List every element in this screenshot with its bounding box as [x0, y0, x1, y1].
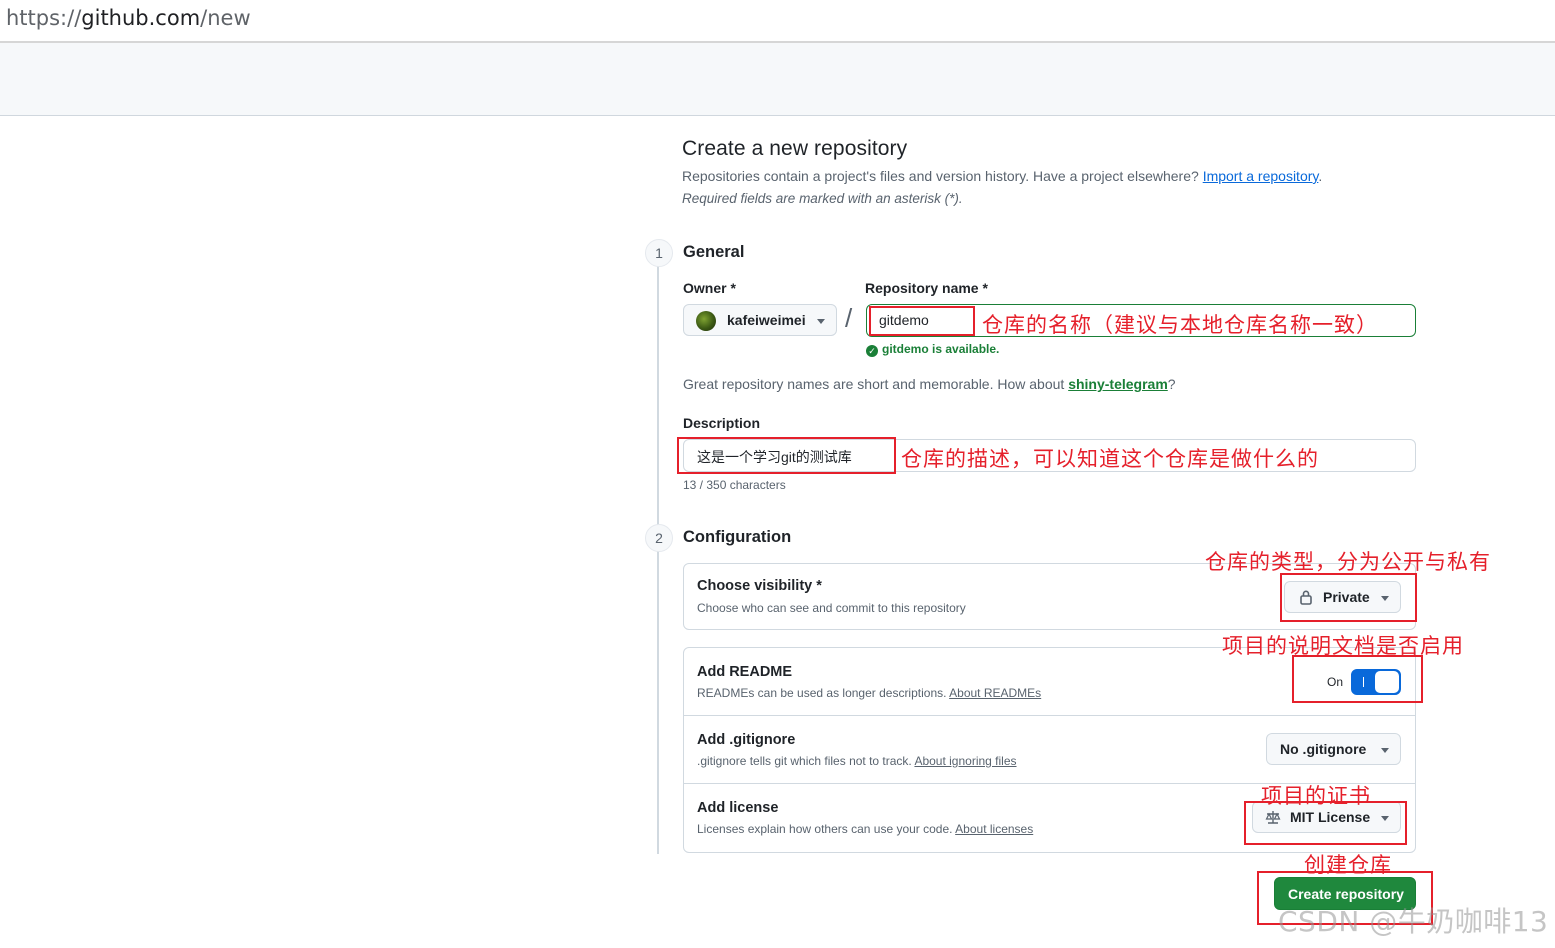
owner-repo-separator: /	[845, 303, 853, 333]
description-char-count: 13 / 350 characters	[683, 478, 786, 492]
visibility-description: Choose who can see and commit to this re…	[697, 601, 966, 615]
owner-dropdown[interactable]: kafeiweimei	[683, 304, 837, 336]
subtitle-end: .	[1318, 168, 1323, 184]
section-title-configuration: Configuration	[683, 528, 792, 546]
step-number-general: 1	[645, 239, 673, 267]
name-suggestion: Great repository names are short and mem…	[683, 376, 1176, 392]
annotation-box-license	[1244, 801, 1407, 845]
gitignore-dropdown[interactable]: No .gitignore	[1266, 733, 1401, 765]
visibility-title: Choose visibility *	[697, 578, 822, 594]
readme-title: Add README	[697, 664, 793, 680]
license-desc-text: Licenses explain how others can use your…	[697, 822, 953, 836]
chevron-down-icon	[1381, 748, 1389, 753]
license-title: Add license	[697, 800, 779, 816]
row-divider	[684, 715, 1415, 716]
suggestion-prefix: Great repository names are short and mem…	[683, 376, 1065, 392]
owner-name: kafeiweimei	[727, 312, 806, 328]
page-subtitle: Repositories contain a project's files a…	[682, 168, 1322, 184]
about-readmes-link[interactable]: About READMEs	[949, 686, 1041, 700]
about-ignoring-files-link[interactable]: About ignoring files	[914, 754, 1016, 768]
check-circle-icon: ✓	[866, 345, 878, 357]
readme-desc-text: READMEs can be used as longer descriptio…	[697, 686, 947, 700]
import-repository-link[interactable]: Import a repository	[1203, 168, 1319, 184]
required-note: Required fields are marked with an aster…	[682, 191, 963, 206]
annotation-box-repo-name	[869, 306, 975, 336]
watermark: CSDN @牛奶咖啡13	[1278, 905, 1549, 938]
url-path: /new	[200, 6, 251, 30]
gitignore-description: .gitignore tells git which files not to …	[697, 754, 1017, 768]
annotation-repo-name: 仓库的名称（建议与本地仓库名称一致）	[982, 313, 1378, 337]
about-licenses-link[interactable]: About licenses	[955, 822, 1033, 836]
chevron-down-icon	[817, 319, 825, 324]
browser-url-bar[interactable]: https://github.com/new	[0, 0, 1555, 43]
page-title: Create a new repository	[682, 137, 908, 160]
license-description: Licenses explain how others can use your…	[697, 822, 1033, 836]
availability-text: gitdemo is available.	[882, 342, 1000, 356]
annotation-description: 仓库的描述，可以知道这个仓库是做什么的	[901, 447, 1319, 471]
owner-label: Owner *	[683, 280, 736, 296]
url-text[interactable]: https://github.com/new	[6, 6, 251, 30]
step-number-configuration: 2	[645, 524, 673, 552]
description-label: Description	[683, 415, 761, 431]
annotation-visibility: 仓库的类型，分为公开与私有	[1205, 550, 1491, 574]
gitignore-title: Add .gitignore	[697, 732, 796, 748]
readme-description: READMEs can be used as longer descriptio…	[697, 686, 1041, 700]
url-host: github.com	[81, 6, 201, 30]
repository-name-label: Repository name *	[865, 280, 988, 296]
subtitle-text: Repositories contain a project's files a…	[682, 168, 1199, 184]
annotation-box-description	[677, 437, 896, 474]
annotation-box-readme	[1292, 655, 1423, 703]
avatar	[696, 311, 716, 331]
step-connector-line	[657, 252, 659, 854]
github-header	[0, 43, 1555, 116]
section-title-general: General	[683, 243, 745, 261]
suggested-name-link[interactable]: shiny-telegram	[1068, 376, 1168, 392]
gitignore-value: No .gitignore	[1280, 741, 1367, 757]
url-scheme: https://	[6, 6, 82, 30]
availability-status: ✓ gitdemo is available.	[866, 342, 999, 357]
annotation-box-visibility	[1280, 573, 1417, 622]
gitignore-desc-text: .gitignore tells git which files not to …	[697, 754, 912, 768]
suggestion-suffix: ?	[1167, 376, 1176, 392]
